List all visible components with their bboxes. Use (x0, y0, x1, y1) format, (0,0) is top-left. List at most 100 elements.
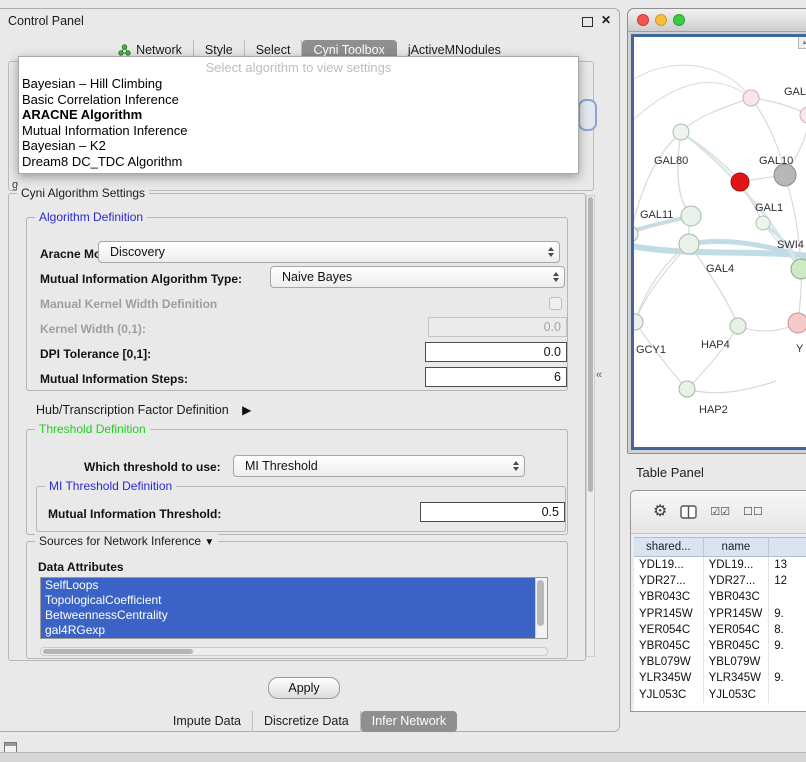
table-row[interactable]: YBL079WYBL079W (634, 654, 806, 670)
network-node[interactable] (774, 164, 796, 186)
network-edge (751, 98, 806, 115)
network-node[interactable] (800, 107, 806, 123)
which-threshold-select[interactable]: MI Threshold (233, 455, 525, 477)
stepper-icon (553, 272, 559, 282)
network-canvas[interactable]: GAL80GAL10GAL11GAL1SWI4GAL4GCY1HAP4HAP2G… (631, 34, 806, 450)
column-header[interactable]: name (704, 538, 770, 556)
scrollbar-thumb[interactable] (43, 649, 193, 654)
algorithm-option-bayesian-hill-climbing[interactable]: Bayesian – Hill Climbing (19, 76, 578, 92)
algorithm-dropdown-list: Bayesian – Hill ClimbingBasic Correlatio… (19, 76, 578, 169)
attribute-item-betweennesscentrality[interactable]: BetweennessCentrality (41, 608, 547, 623)
splitter-handle-icon[interactable]: « (596, 369, 602, 381)
bottom-tab-impute-data[interactable]: Impute Data (162, 711, 253, 732)
network-window-titlebar[interactable] (628, 9, 806, 32)
zoom-light-icon[interactable] (673, 14, 685, 26)
apply-button[interactable]: Apply (268, 677, 340, 699)
dpi-tolerance-label: DPI Tolerance [0,1]: (40, 347, 151, 361)
control-panel-title: Control Panel (8, 14, 84, 28)
table-row[interactable]: YBR045CYBR045C9. (634, 638, 806, 654)
aracne-mode-select[interactable]: Discovery (98, 241, 560, 263)
network-node[interactable] (679, 381, 695, 397)
close-icon[interactable]: ✕ (601, 13, 611, 27)
tab-label: Discretize Data (264, 714, 349, 728)
table-row[interactable]: YDL19...YDL19...13 (634, 557, 806, 573)
hub-section-toggle[interactable]: Hub/Transcription Factor Definition ▶ (36, 403, 251, 417)
select-all-checkboxes-icon[interactable]: ☑☑ (710, 507, 730, 518)
attribute-item-gal4rgexp[interactable]: gal4RGexp (41, 623, 547, 638)
table-cell: YPR145W (704, 606, 770, 622)
network-edge (687, 326, 738, 389)
network-node[interactable] (679, 234, 699, 254)
table-cell: YBL079W (634, 654, 704, 670)
table-row[interactable]: YBR043CYBR043C (634, 589, 806, 605)
float-window-icon[interactable] (582, 17, 593, 27)
network-node[interactable] (673, 124, 689, 140)
network-edge (681, 98, 751, 132)
network-node[interactable] (730, 318, 746, 334)
kernel-width-label: Kernel Width (0,1): (40, 322, 146, 336)
table-cell: 9. (769, 606, 806, 622)
scrollbar-thumb[interactable] (537, 580, 544, 626)
network-node[interactable] (731, 173, 749, 191)
network-node[interactable] (634, 314, 643, 330)
attribute-item-selfloops[interactable]: SelfLoops (41, 578, 547, 593)
table-cell (769, 687, 806, 703)
network-node[interactable] (743, 90, 759, 106)
dpi-tolerance-input[interactable]: 0.0 (425, 342, 567, 362)
column-manager-icon[interactable] (680, 505, 697, 519)
bottom-tab-discretize-data[interactable]: Discretize Data (253, 711, 361, 732)
network-edge (635, 244, 689, 322)
algorithm-option-aracne-algorithm[interactable]: ARACNE Algorithm (19, 107, 578, 123)
scroll-up-icon[interactable]: ▲ (798, 37, 806, 49)
table-cell: YDR27... (634, 573, 704, 589)
data-attributes-list[interactable]: SelfLoopsTopologicalCoefficientBetweenne… (40, 577, 548, 639)
table-row[interactable]: YER054CYER054C8. (634, 622, 806, 638)
gear-icon[interactable]: ⚙ (653, 504, 667, 520)
list-hscrollbar[interactable] (40, 647, 548, 656)
attr-items: SelfLoopsTopologicalCoefficientBetweenne… (41, 578, 547, 638)
algorithm-option-basic-correlation-inference[interactable]: Basic Correlation Inference (19, 92, 578, 108)
scrollbar-fragment (578, 99, 597, 131)
mi-type-select[interactable]: Naive Bayes (270, 266, 565, 288)
node-label: GAL11 (640, 209, 673, 221)
table-row[interactable]: YPR145WYPR145W9. (634, 606, 806, 622)
algorithm-option-mutual-information-inference[interactable]: Mutual Information Inference (19, 123, 578, 139)
minimize-light-icon[interactable] (655, 14, 667, 26)
node-label: GAL4 (706, 263, 734, 275)
sources-title-text: Sources for Network Inference (39, 534, 201, 548)
expand-arrow-icon: ▼ (204, 537, 214, 548)
close-light-icon[interactable] (637, 14, 649, 26)
algorithm-option-dream8-dc-tdc-algorithm[interactable]: Dream8 DC_TDC Algorithm (19, 154, 578, 170)
table-row[interactable]: YLR345WYLR345W9. (634, 670, 806, 686)
cyni-settings-title: Cyni Algorithm Settings (17, 186, 149, 200)
node-label: GAL1 (755, 202, 783, 214)
attribute-item-topologicalcoefficient[interactable]: TopologicalCoefficient (41, 593, 547, 608)
column-header[interactable]: shared... (634, 538, 704, 556)
tab-label: Cyni Toolbox (313, 43, 384, 57)
network-node[interactable] (791, 259, 806, 279)
table-cell: YBR045C (634, 638, 704, 654)
column-header[interactable] (769, 538, 806, 556)
tab-label: Infer Network (372, 714, 446, 728)
network-view-window: GAL80GAL10GAL11GAL1SWI4GAL4GCY1HAP4HAP2G… (627, 8, 806, 454)
network-node[interactable] (756, 216, 770, 230)
list-scrollbar[interactable] (535, 578, 547, 638)
table-cell: YJL053C (634, 687, 704, 703)
network-node[interactable] (681, 206, 701, 226)
scrollbar-thumb[interactable] (588, 197, 593, 492)
mi-steps-input[interactable]: 6 (425, 367, 567, 387)
network-node[interactable] (788, 313, 806, 333)
sources-title[interactable]: Sources for Network Inference ▼ (35, 534, 218, 548)
table-row[interactable]: YDR27...YDR27...12 (634, 573, 806, 589)
tab-label: jActiveMNodules (408, 43, 501, 57)
clear-all-checkboxes-icon[interactable]: ☐☐ (743, 507, 763, 518)
settings-scrollbar[interactable] (586, 195, 595, 657)
algorithm-option-bayesian-k2[interactable]: Bayesian – K2 (19, 138, 578, 154)
node-label: GAL80 (654, 155, 688, 167)
mi-threshold-input[interactable]: 0.5 (420, 502, 565, 522)
bottom-tab-infer-network[interactable]: Infer Network (361, 711, 457, 732)
bottom-bar (0, 752, 806, 762)
tab-label: Select (256, 43, 291, 57)
table-row[interactable]: YJL053CYJL053C (634, 687, 806, 703)
network-icon (118, 44, 131, 56)
